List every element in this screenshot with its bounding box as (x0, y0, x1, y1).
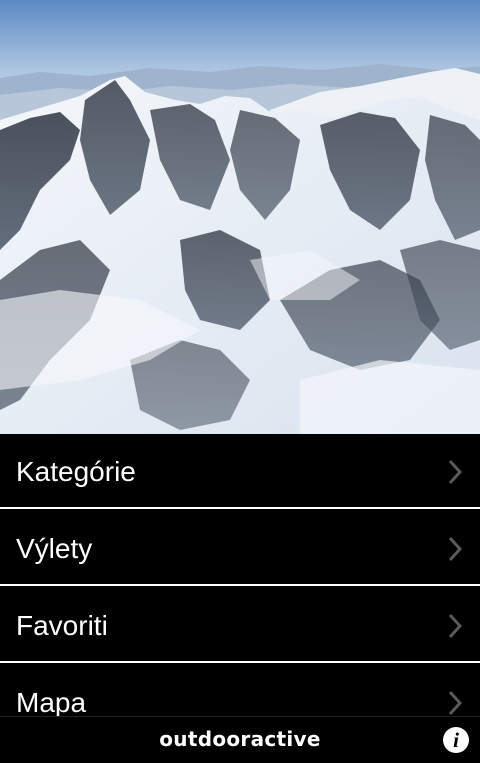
menu-item-vylety[interactable]: Výlety (0, 511, 480, 586)
menu-item-label: Kategórie (16, 456, 136, 487)
chevron-right-icon (448, 690, 463, 716)
menu-item-label: Mapa (16, 687, 87, 716)
hero-mountain-image (0, 0, 480, 434)
chevron-right-icon (448, 613, 463, 639)
info-icon[interactable]: i (443, 727, 469, 753)
menu-item-label: Favoriti (16, 610, 108, 641)
menu-item-mapa[interactable]: Mapa (0, 665, 480, 716)
chevron-right-icon (448, 459, 463, 485)
menu-item-kategorie[interactable]: Kategórie (0, 434, 480, 509)
chevron-right-icon (448, 536, 463, 562)
main-menu: Kategórie Výlety Favoriti Mapa (0, 434, 480, 716)
brand-logo-text: outdooractive (159, 727, 321, 751)
menu-item-label: Výlety (16, 533, 93, 564)
mountain-illustration (0, 0, 480, 434)
bottom-bar: outdooractive i (0, 716, 480, 763)
menu-item-favoriti[interactable]: Favoriti (0, 588, 480, 663)
